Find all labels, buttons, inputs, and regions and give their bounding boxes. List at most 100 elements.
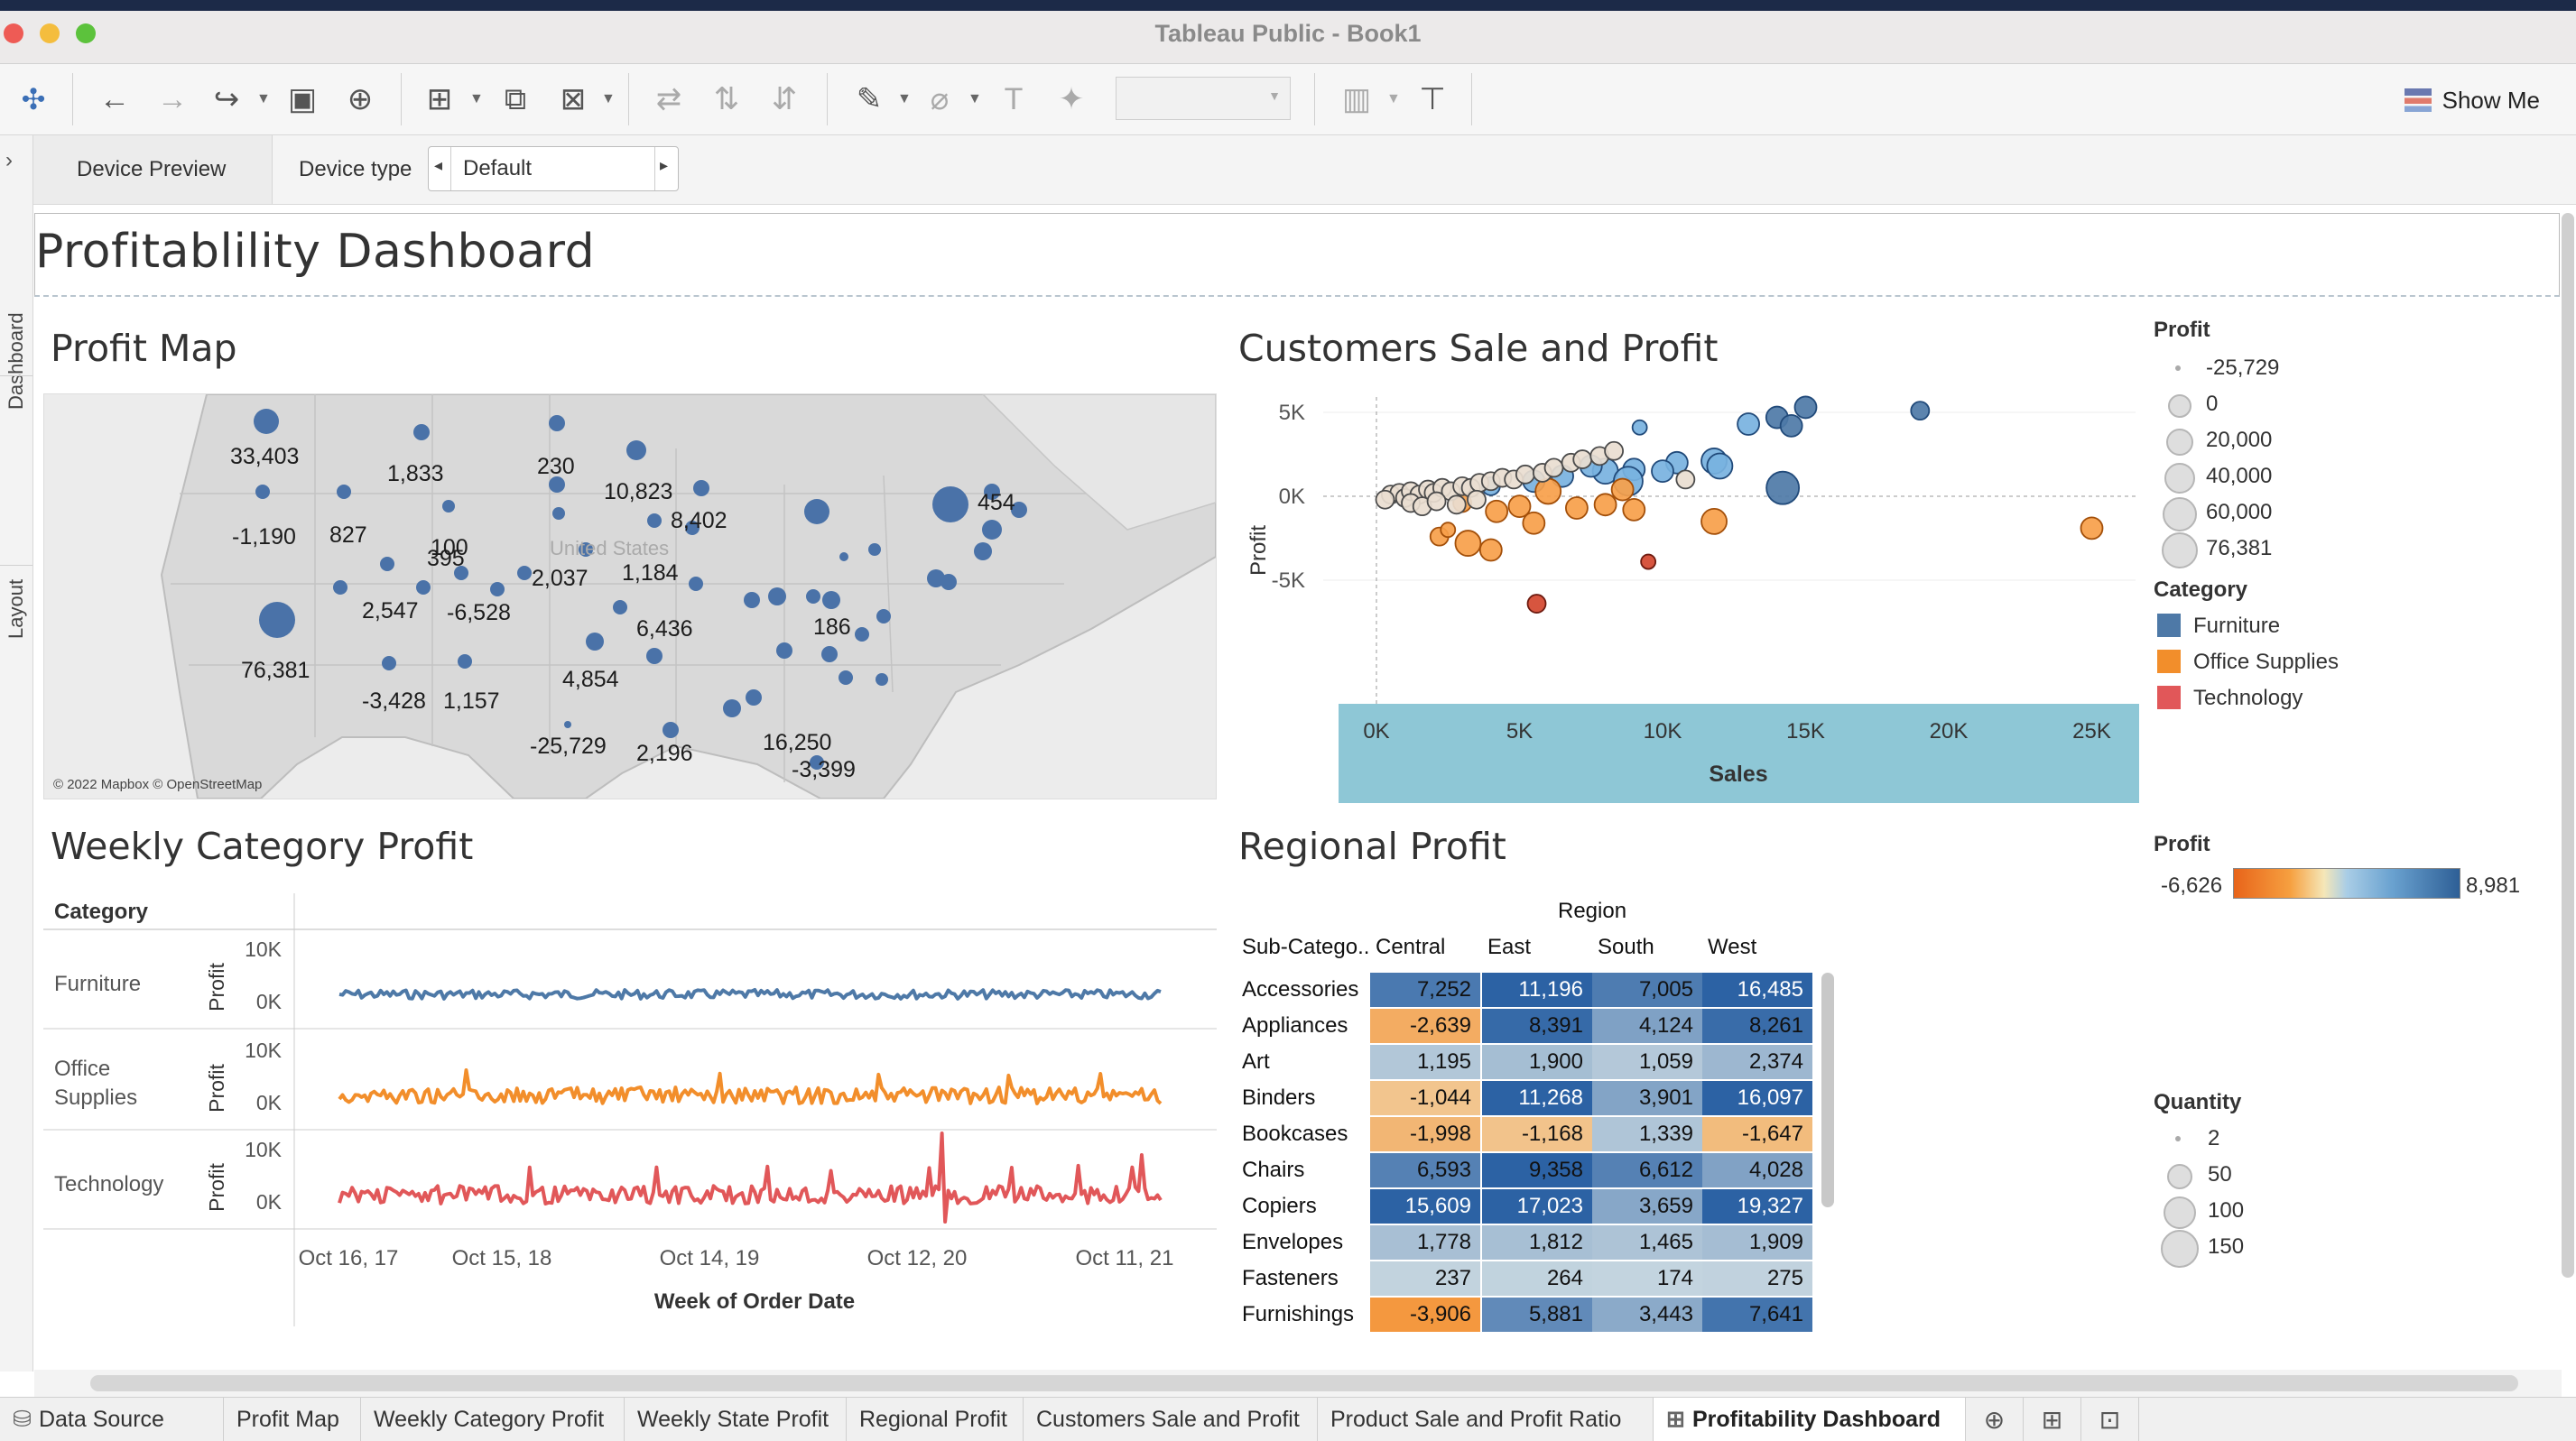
map-point[interactable] (689, 577, 703, 591)
map-point[interactable] (776, 642, 792, 659)
map-point[interactable] (868, 543, 881, 556)
map-point[interactable] (380, 557, 394, 571)
heat-cell[interactable]: 5,881 (1482, 1298, 1592, 1332)
scatter-point[interactable] (1375, 489, 1395, 510)
heat-cell[interactable]: 7,005 (1592, 973, 1702, 1007)
heat-cell[interactable]: 7,252 (1370, 973, 1480, 1007)
weekly-chart[interactable]: Category Furniture Profit 10K 0K Office Suppli… (43, 893, 1217, 1326)
map-point[interactable] (337, 485, 351, 499)
new-worksheet-icon[interactable]: ⊞ (419, 79, 460, 120)
heat-cell[interactable]: 237 (1370, 1261, 1480, 1296)
map-point[interactable] (822, 591, 840, 609)
heat-row-label[interactable]: Accessories (1242, 973, 1358, 1007)
heat-cell[interactable]: 1,195 (1370, 1045, 1480, 1079)
map-point[interactable] (804, 499, 829, 524)
scatter-point[interactable] (1640, 553, 1657, 570)
scatter-point[interactable] (1543, 457, 1564, 478)
heat-cell[interactable]: 2,374 (1702, 1045, 1812, 1079)
map-point[interactable] (806, 589, 820, 604)
heat-row-label[interactable]: Appliances (1242, 1009, 1348, 1043)
expand-pane-icon[interactable]: › (5, 148, 13, 173)
undo-icon[interactable]: ← (94, 79, 135, 120)
map-point[interactable] (646, 648, 663, 664)
scatter-point[interactable] (1765, 470, 1801, 505)
swap-axes-icon[interactable]: ⇄ (648, 79, 690, 120)
cards-icon[interactable]: ▥ (1336, 79, 1377, 120)
weekly-row[interactable]: Furniture Profit 10K 0K (54, 938, 1162, 1013)
chevron-left-icon[interactable]: ◂ (434, 156, 442, 175)
redo-icon[interactable]: → (152, 79, 193, 120)
tab-dashboard[interactable]: Dashboard (0, 226, 32, 496)
heat-cell[interactable]: 9,358 (1482, 1153, 1592, 1187)
chevron-down-icon[interactable]: ▼ (256, 91, 271, 107)
profit-map[interactable]: 33,403 1,833 230 10,823 -1,190 827 395 8,402 454… (43, 393, 1217, 799)
heat-cell[interactable]: 4,124 (1592, 1009, 1702, 1043)
map-point[interactable] (839, 552, 848, 561)
heat-cell[interactable]: 174 (1592, 1261, 1702, 1296)
heat-cell[interactable]: 16,097 (1702, 1081, 1812, 1115)
scatter-point[interactable] (1467, 489, 1487, 510)
sheet-tab[interactable]: Weekly State Profit (625, 1398, 847, 1441)
heat-cell[interactable]: 8,391 (1482, 1009, 1592, 1043)
scatter-point[interactable] (1675, 469, 1696, 490)
heat-column-header[interactable]: South (1598, 935, 1654, 960)
map-point[interactable] (613, 600, 627, 614)
map-point[interactable] (416, 580, 431, 595)
heat-cell[interactable]: 3,443 (1592, 1298, 1702, 1332)
weekly-line[interactable] (338, 1068, 1163, 1105)
heat-cell[interactable]: 4,028 (1702, 1153, 1812, 1187)
heat-cell[interactable]: 6,593 (1370, 1153, 1480, 1187)
new-story-icon[interactable]: ⊡ (2081, 1398, 2139, 1441)
heat-column-header[interactable]: East (1487, 935, 1531, 960)
scatter-point[interactable] (1706, 452, 1734, 480)
sheet-tab[interactable]: Regional Profit (847, 1398, 1024, 1441)
heat-cell[interactable]: 11,196 (1482, 973, 1592, 1007)
sheet-tab[interactable]: ⛁ Data Source (0, 1398, 224, 1441)
scatter-point[interactable] (1572, 449, 1593, 469)
heat-row-label[interactable]: Envelopes (1242, 1225, 1343, 1260)
heat-row-label[interactable]: Bookcases (1242, 1117, 1348, 1151)
map-point[interactable] (974, 542, 992, 560)
map-point[interactable] (647, 513, 662, 528)
pin-icon[interactable]: ✦ (1051, 79, 1092, 120)
regional-heatmap[interactable]: Region Sub-Catego.. Central East South West… (1233, 893, 1865, 1332)
duplicate-sheet-icon[interactable]: ⧉ (495, 79, 536, 120)
map-point[interactable] (932, 486, 968, 522)
heat-row-label[interactable]: Fasteners (1242, 1261, 1339, 1296)
map-point[interactable] (552, 507, 565, 520)
chevron-down-icon[interactable]: ▼ (601, 91, 616, 107)
heat-row-label[interactable]: Furnishings (1242, 1298, 1354, 1332)
weekly-line[interactable] (338, 988, 1162, 1001)
map-point[interactable] (693, 480, 709, 496)
heat-cell[interactable]: 6,612 (1592, 1153, 1702, 1187)
heat-cell[interactable]: 15,609 (1370, 1189, 1480, 1224)
save-icon[interactable]: ▣ (282, 79, 323, 120)
scatter-point[interactable] (1700, 507, 1728, 535)
text-label-icon[interactable]: T (993, 79, 1034, 120)
map-point[interactable] (564, 721, 571, 728)
chevron-down-icon[interactable]: ▼ (1386, 91, 1401, 107)
map-point[interactable] (254, 409, 279, 434)
heat-column-header[interactable]: West (1708, 935, 1756, 960)
heat-cell[interactable]: 3,659 (1592, 1189, 1702, 1224)
clear-sheet-icon[interactable]: ⊠ (552, 79, 594, 120)
map-point[interactable] (442, 500, 455, 513)
scatter-point[interactable] (1910, 401, 1931, 421)
scatter-point[interactable] (1593, 493, 1617, 517)
weekly-line[interactable] (338, 1132, 1163, 1224)
heat-cell[interactable]: 1,909 (1702, 1225, 1812, 1260)
map-point[interactable] (821, 646, 838, 662)
map-point[interactable] (382, 656, 396, 670)
heat-cell[interactable]: -2,639 (1370, 1009, 1480, 1043)
sheet-tab[interactable]: Customers Sale and Profit (1024, 1398, 1318, 1441)
sheet-tab[interactable]: Profit Map (224, 1398, 361, 1441)
heat-cell[interactable]: 16,485 (1702, 973, 1812, 1007)
map-point[interactable] (746, 689, 762, 706)
scatter-chart[interactable]: 10K5K0K-5KProfit0K5K10K15K20K25KSales (1237, 317, 2139, 803)
heat-scrollbar[interactable] (1821, 973, 1834, 1207)
heat-cell[interactable]: -1,044 (1370, 1081, 1480, 1115)
heat-column-header[interactable]: Central (1376, 935, 1445, 960)
show-me-button[interactable]: Show Me (2404, 82, 2540, 118)
weekly-row[interactable]: Office Supplies Profit 10K 0K (54, 1039, 1163, 1114)
chevron-down-icon[interactable]: ▼ (897, 91, 912, 107)
